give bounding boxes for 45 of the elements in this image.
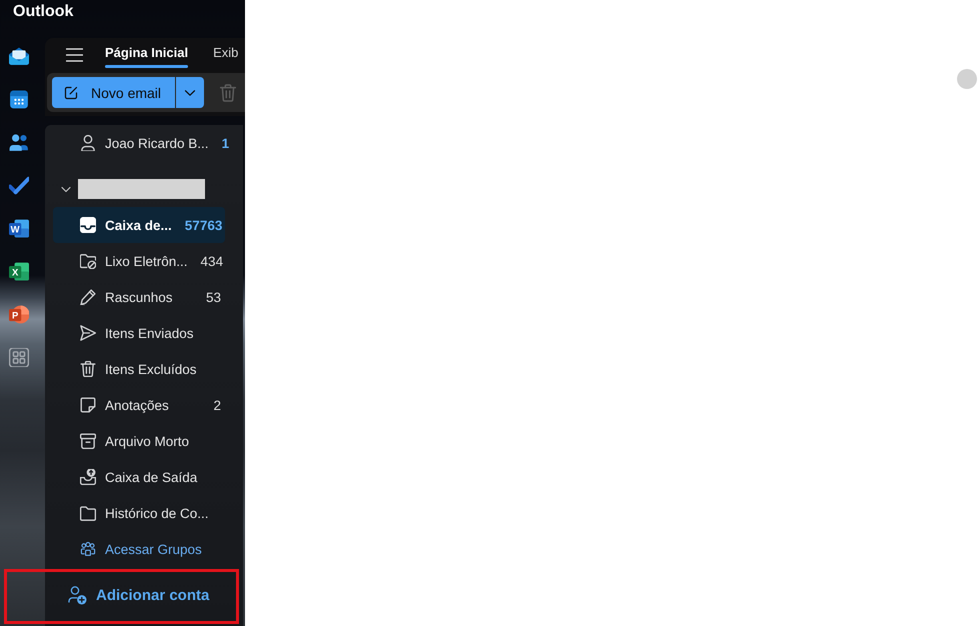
mail-icon[interactable] [8,47,28,66]
paper-plane-icon [80,325,96,341]
compose-icon [63,84,79,100]
calendar-icon[interactable] [8,90,28,109]
new-email-button[interactable]: Novo email [52,77,175,108]
folder-item[interactable]: Arquivo Morto [53,423,225,459]
inbox-icon [80,217,96,233]
trash-icon [220,84,236,102]
app-title: Outlook [13,3,74,20]
folder-icon [80,505,96,521]
tab[interactable]: Página Inicial [105,38,188,68]
add-account-button[interactable]: Adicionar conta [45,567,210,623]
folder-item[interactable]: Caixa de... 57763 [53,207,225,243]
chevron-down-icon [184,88,196,96]
pencil-icon [80,289,96,305]
apps-grid-icon[interactable] [8,348,28,367]
archive-box-icon [80,433,96,449]
powerpoint-icon[interactable]: P [8,305,28,324]
dot-icon [957,69,977,89]
dropdown-button[interactable] [176,77,204,108]
folder-item[interactable]: Caixa de Saída [53,459,225,495]
group-icon [80,541,96,557]
unread-count: 2 [212,398,221,412]
folder-item[interactable]: Anotações 2 [53,387,225,423]
groups-link[interactable]: Acessar Grupos [53,531,225,567]
folder-item[interactable]: Lixo Eletrôn... 434 [53,243,225,279]
menu-icon[interactable] [66,48,83,62]
note-icon [80,397,96,413]
tab[interactable]: Exib [213,38,238,68]
checkmark-icon[interactable] [8,176,28,195]
trash-icon [80,361,96,377]
chevron-down-icon[interactable] [61,186,71,192]
folder-blocked-icon [80,253,96,269]
add-person-icon [67,585,87,605]
unread-count: 434 [200,254,224,268]
folder-item[interactable]: Itens Enviados [53,315,225,351]
unread-count: 53 [204,290,221,304]
unread-count: 1 [220,136,230,150]
outbox-tray-icon [80,469,96,485]
people-icon[interactable] [8,133,28,152]
person-icon [80,135,96,151]
folder-item[interactable]: Rascunhos 53 [53,279,225,315]
folder-item[interactable]: Itens Excluídos [53,351,225,387]
folder-item[interactable]: Histórico de Co... [53,495,225,531]
unread-count: 57763 [184,218,222,232]
